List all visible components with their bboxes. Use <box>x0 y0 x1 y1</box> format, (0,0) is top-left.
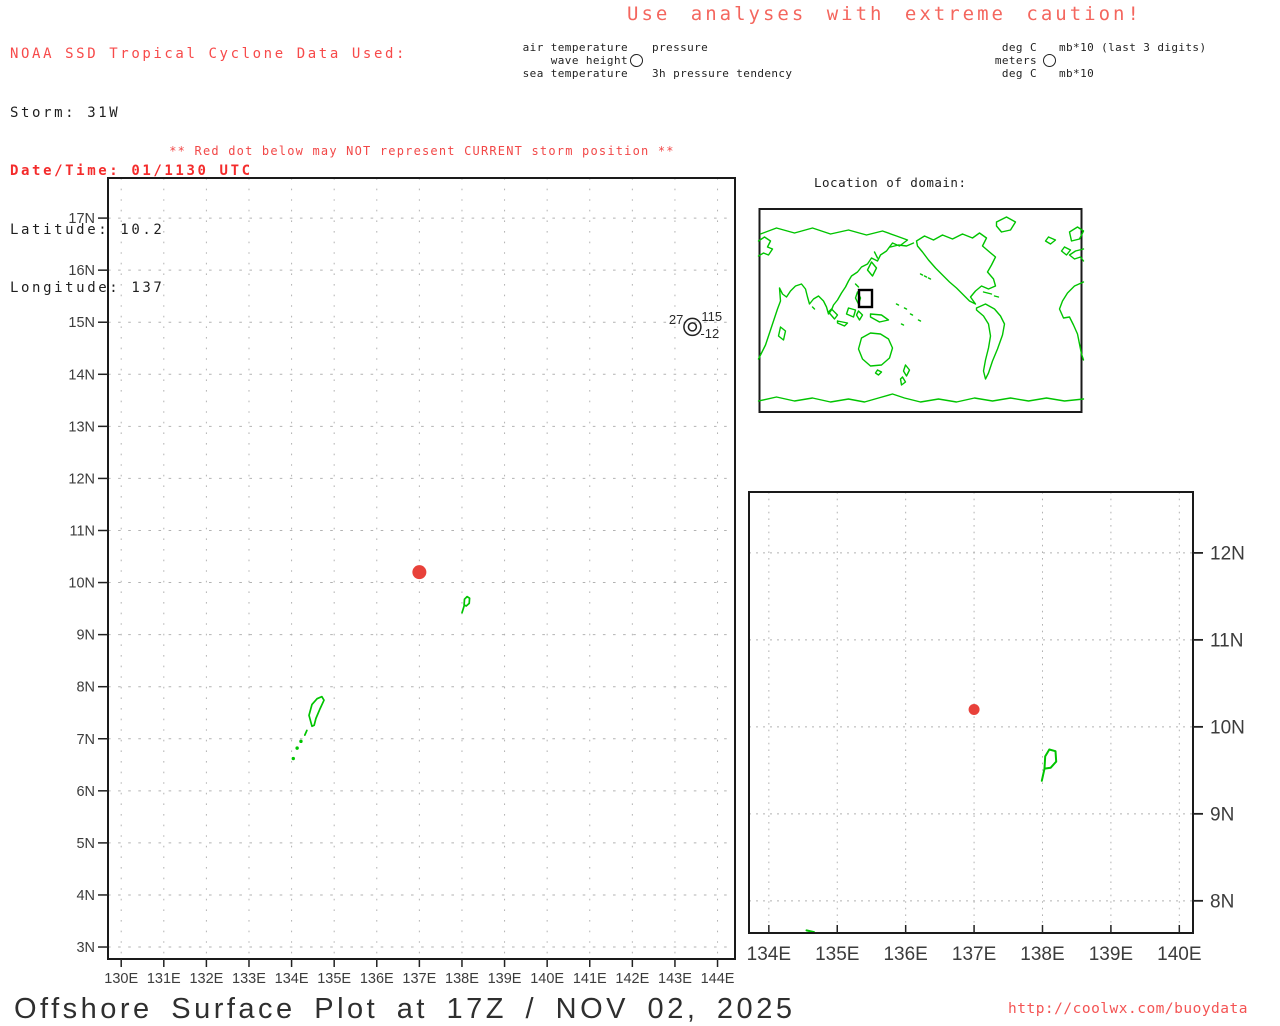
units-model-circle-icon <box>1043 54 1056 67</box>
units-meters-label: meters <box>994 54 1037 68</box>
island-coastlines <box>291 595 471 761</box>
inset-title: Location of domain: <box>814 175 967 190</box>
x-tick-label: 133E <box>232 971 266 987</box>
x-tick-label: 140E <box>1157 944 1201 965</box>
palau-main <box>308 695 325 728</box>
info-line-longitude: Longitude: 137 <box>10 280 165 296</box>
plot-frame <box>748 491 1194 934</box>
x-tick-label: 130E <box>104 971 138 987</box>
y-tick-label: 11N <box>69 523 95 539</box>
station-pressure-tendency: -12 <box>700 326 719 341</box>
x-tick-label: 134E <box>275 971 309 987</box>
axis-ticks-labels: 3N4N5N6N7N8N9N10N11N12N13N14N15N16N17N13… <box>68 211 734 987</box>
edge-island <box>805 929 815 934</box>
storm-info-block: NOAA SSD Tropical Cyclone Data Used: Sto… <box>10 6 407 318</box>
station-model-circle-icon <box>630 54 643 67</box>
units-legend-labels: deg C meters deg C <box>948 41 1037 81</box>
island-speck <box>299 739 303 744</box>
y-tick-label: 12N <box>68 471 95 487</box>
island-speck <box>295 746 299 750</box>
legend-sea-temperature-label: sea temperature <box>522 67 628 81</box>
x-tick-label: 135E <box>317 971 351 987</box>
x-tick-label: 138E <box>1020 944 1064 965</box>
storm-position-dot <box>968 703 980 715</box>
y-tick-label: 7N <box>76 732 95 748</box>
y-tick-label: 8N <box>1210 891 1234 912</box>
y-tick-label: 6N <box>76 784 95 800</box>
units-degc-label-2: deg C <box>1001 67 1037 81</box>
zoom_map-plot: 8N 9N 10N 11N 12N 134E 135E 136E 137E 138E 139E 140… <box>747 491 1245 965</box>
x-tick-label: 139E <box>1089 944 1133 965</box>
x-tick-label: 136E <box>883 944 927 965</box>
x-tick-label: 143E <box>658 971 692 987</box>
grid-lines <box>749 492 1193 933</box>
y-tick-label: 10N <box>68 576 95 592</box>
axis-ticks-labels: 8N 9N 10N 11N 12N 134E 135E 136E 137E 138E 139E 140… <box>747 543 1245 965</box>
y-tick-label: 13N <box>68 419 95 435</box>
storm-position-warning: ** Red dot below may NOT represent CURRE… <box>169 144 675 158</box>
small-island-loop <box>1043 748 1058 770</box>
source-url[interactable]: http://coolwx.com/buoydata <box>1008 1001 1248 1017</box>
y-tick-label: 14N <box>68 367 95 383</box>
info-line-datetime: Date/Time: 01/1130 UTC <box>10 163 253 179</box>
palau-south <box>303 729 308 736</box>
station-inner-circle-icon <box>687 322 698 332</box>
y-tick-label: 12N <box>1210 543 1245 564</box>
plot-title: Offshore Surface Plot at 17Z / NOV 02, 2… <box>14 993 796 1025</box>
legend-air-temperature-label: air temperature <box>522 41 628 54</box>
y-tick-label: 11N <box>1210 630 1243 651</box>
x-tick-label: 141E <box>573 971 607 987</box>
station-report: 27 115 -12 <box>669 309 722 341</box>
y-tick-label: 9N <box>1210 804 1234 825</box>
station-air-temperature: 27 <box>669 312 683 327</box>
x-tick-label: 138E <box>445 971 479 987</box>
small-island-tail <box>1040 767 1046 782</box>
x-tick-label: 136E <box>360 971 394 987</box>
y-tick-label: 9N <box>76 628 95 644</box>
station-outer-circle-icon <box>683 317 702 337</box>
units-pressure-label: mb*10 (last 3 digits) <box>1059 41 1207 54</box>
x-tick-label: 131E <box>147 971 181 987</box>
world-map-inset <box>757 208 1085 413</box>
station-legend-labels: air temperature wave height sea temperat… <box>448 41 628 81</box>
y-tick-label: 4N <box>76 888 95 904</box>
info-line-storm: Storm: 31W <box>10 104 121 121</box>
legend-pressure-tendency-label: 3h pressure tendency <box>652 67 793 80</box>
x-tick-label: 144E <box>701 971 735 987</box>
x-tick-label: 137E <box>952 944 996 965</box>
x-tick-label: 142E <box>615 971 649 987</box>
x-tick-label: 132E <box>189 971 223 987</box>
info-line-latitude: Latitude: 10.2 <box>10 221 165 238</box>
y-tick-label: 10N <box>1210 717 1245 738</box>
units-tendency-label: mb*10 <box>1059 67 1095 80</box>
x-tick-label: 134E <box>747 944 791 965</box>
info-line-noaa: NOAA SSD Tropical Cyclone Data Used: <box>10 46 408 62</box>
x-tick-label: 135E <box>815 944 859 965</box>
y-tick-label: 8N <box>76 680 95 696</box>
world-map-coastlines <box>757 216 1085 403</box>
storm-position-dot <box>412 565 427 580</box>
island-coastlines <box>805 748 1058 934</box>
x-tick-label: 139E <box>488 971 522 987</box>
station-pressure: 115 <box>701 309 722 324</box>
caution-banner: Use analyses with extreme caution! <box>627 3 1142 25</box>
x-tick-label: 137E <box>402 971 436 987</box>
legend-wave-height-label: wave height <box>550 54 628 68</box>
y-tick-label: 3N <box>76 940 95 956</box>
world-map-frame <box>758 208 1083 413</box>
small-island-tail <box>461 605 465 614</box>
x-tick-label: 140E <box>530 971 564 987</box>
y-tick-label: 5N <box>76 836 95 852</box>
units-degc-label-1: deg C <box>1001 41 1037 54</box>
island-speck <box>291 756 295 761</box>
small-island-loop <box>463 595 471 607</box>
legend-pressure-label: pressure <box>652 41 709 54</box>
